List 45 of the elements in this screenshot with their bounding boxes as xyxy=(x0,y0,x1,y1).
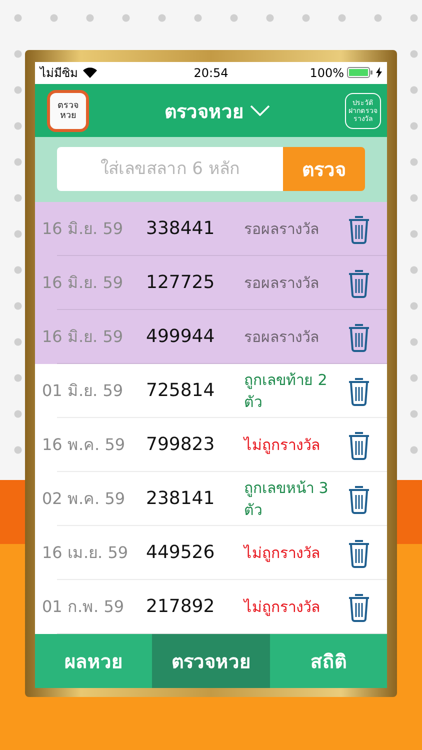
lottery-number: 217892 xyxy=(146,596,216,618)
result-text: ไม่ถูกรางวัล xyxy=(244,542,321,564)
battery-icon xyxy=(347,67,373,78)
lottery-number: 127725 xyxy=(146,272,216,294)
trash-icon[interactable] xyxy=(347,484,371,514)
carrier-text: ไม่มีซิม xyxy=(40,65,78,82)
trash-icon[interactable] xyxy=(347,268,371,298)
trash-icon[interactable] xyxy=(347,538,371,568)
result-row[interactable]: 16 มิ.ย. 59 499944 รอผลรางวัล xyxy=(35,310,387,364)
lottery-number: 725814 xyxy=(146,380,216,402)
trash-icon[interactable] xyxy=(347,322,371,352)
lottery-number: 499944 xyxy=(146,326,216,348)
trash-icon[interactable] xyxy=(347,376,371,406)
lottery-number: 799823 xyxy=(146,434,216,456)
date-text: 02 พ.ค. 59 xyxy=(42,488,126,510)
wifi-icon xyxy=(83,67,97,78)
result-text: ไม่ถูกรางวัล xyxy=(244,596,321,618)
result-row[interactable]: 16 มิ.ย. 59 127725 รอผลรางวัล xyxy=(35,256,387,310)
result-text: รอผลรางวัล xyxy=(244,218,320,240)
date-text: 16 เม.ย. 59 xyxy=(42,542,130,564)
lottery-number: 238141 xyxy=(146,488,216,510)
result-row[interactable]: 16 มิ.ย. 59 338441 รอผลรางวัล xyxy=(35,202,387,256)
result-text: ถูกเลขหน้า 3 ตัว xyxy=(244,478,330,521)
charging-icon xyxy=(376,67,382,78)
lottery-number: 449526 xyxy=(146,542,216,564)
app-logo: ตรวจ หวย xyxy=(47,90,89,132)
trash-icon[interactable] xyxy=(347,430,371,460)
lottery-number-field[interactable]: ใส่เลขสลาก 6 หลัก xyxy=(57,147,283,192)
tab[interactable]: ตรวจหวย xyxy=(152,634,270,688)
battery-text: 100% xyxy=(310,66,344,80)
chevron-down-icon[interactable] xyxy=(250,105,270,116)
result-text: ไม่ถูกรางวัล xyxy=(244,434,321,456)
date-text: 16 มิ.ย. 59 xyxy=(42,326,124,348)
date-text: 16 มิ.ย. 59 xyxy=(42,272,124,294)
result-text: รอผลรางวัล xyxy=(244,326,320,348)
result-text: ถูกเลขท้าย 2 ตัว xyxy=(244,370,328,413)
result-text: รอผลรางวัล xyxy=(244,272,320,294)
trash-icon[interactable] xyxy=(347,214,371,244)
date-text: 16 มิ.ย. 59 xyxy=(42,218,124,240)
date-text: 16 พ.ค. 59 xyxy=(42,434,126,456)
date-text: 01 ก.พ. 59 xyxy=(42,596,126,618)
time-text: 20:54 xyxy=(192,66,230,80)
lottery-number: 338441 xyxy=(146,218,216,240)
date-text: 01 มิ.ย. 59 xyxy=(42,380,124,402)
trash-icon[interactable] xyxy=(347,592,371,622)
